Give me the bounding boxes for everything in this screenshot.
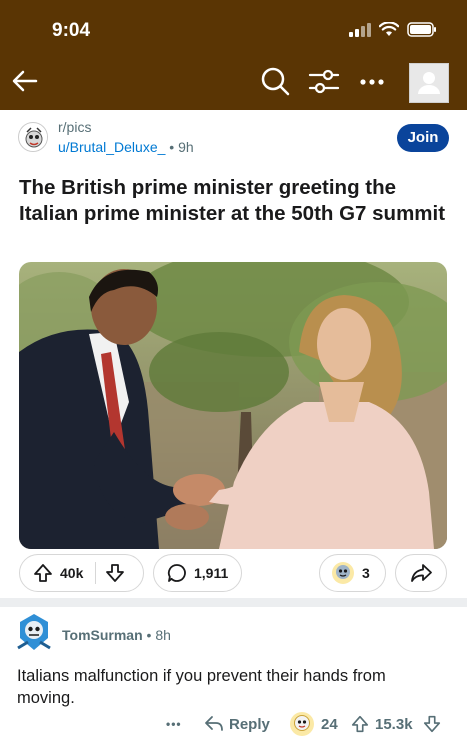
photo-illustration xyxy=(19,262,447,549)
comment-vote-control: 15.3k xyxy=(350,708,442,740)
join-button[interactable]: Join xyxy=(397,124,449,152)
award-button[interactable]: 3 xyxy=(319,554,386,592)
wifi-icon xyxy=(379,22,399,36)
award-count: 3 xyxy=(362,565,370,581)
reply-icon xyxy=(205,716,223,731)
comment-vote-count: 15.3k xyxy=(375,715,413,733)
top-bar: 9:04 xyxy=(0,0,467,110)
reply-button[interactable]: Reply xyxy=(204,708,270,740)
reply-label: Reply xyxy=(229,715,270,733)
post-meta: u/Brutal_Deluxe_ • 9h xyxy=(58,139,194,155)
signal-icon xyxy=(349,22,371,37)
post-vote-count: 40k xyxy=(60,565,84,581)
share-button[interactable] xyxy=(395,554,447,592)
upvote-icon[interactable] xyxy=(32,562,54,584)
search-icon[interactable] xyxy=(260,66,290,96)
comment-meta: TomSurman • 8h xyxy=(62,627,171,643)
filter-icon[interactable] xyxy=(308,66,340,96)
comment-icon xyxy=(167,564,186,582)
comment-award-count: 24 xyxy=(321,715,338,733)
back-arrow-icon[interactable] xyxy=(10,66,40,96)
upvote-icon[interactable] xyxy=(350,714,370,734)
comment-count: 1,911 xyxy=(194,565,229,581)
post-image[interactable] xyxy=(19,262,447,549)
post-header: r/pics u/Brutal_Deluxe_ • 9h Join xyxy=(0,118,467,164)
status-time: 9:04 xyxy=(52,20,91,41)
post-age: 9h xyxy=(178,139,194,155)
post-actions: 40k 1,911 3 xyxy=(0,554,467,594)
nav-bar xyxy=(0,62,467,106)
comment-more-button[interactable]: ••• xyxy=(166,708,182,740)
award-icon xyxy=(332,562,354,584)
comment-actions: ••• Reply 24 15.3k xyxy=(0,708,467,744)
downvote-icon[interactable] xyxy=(422,714,442,734)
section-divider xyxy=(0,598,467,607)
comment-award-button[interactable]: 24 xyxy=(288,708,338,740)
more-dots: ••• xyxy=(166,717,182,731)
more-icon[interactable] xyxy=(357,66,387,96)
subreddit-icon[interactable] xyxy=(18,122,48,152)
vote-divider xyxy=(95,562,97,584)
meta-separator: • xyxy=(169,139,175,155)
vote-control: 40k xyxy=(19,554,144,592)
comment-age: 8h xyxy=(155,627,171,643)
share-icon xyxy=(411,564,432,582)
battery-icon xyxy=(407,22,436,37)
comment-separator: • xyxy=(146,627,152,643)
award-icon xyxy=(290,712,314,736)
downvote-icon[interactable] xyxy=(104,562,126,584)
comments-button[interactable]: 1,911 xyxy=(153,554,242,592)
user-avatar[interactable] xyxy=(409,63,449,103)
comment-avatar[interactable] xyxy=(16,612,52,652)
user-silhouette-icon xyxy=(418,72,440,94)
post-author[interactable]: u/Brutal_Deluxe_ xyxy=(58,139,165,155)
comment-username[interactable]: TomSurman xyxy=(62,627,143,643)
subreddit-name[interactable]: r/pics xyxy=(58,119,91,135)
comment-body: Italians malfunction if you prevent thei… xyxy=(17,667,386,707)
post-title[interactable]: The British prime minister greeting the … xyxy=(19,175,449,227)
status-icons xyxy=(349,22,437,37)
